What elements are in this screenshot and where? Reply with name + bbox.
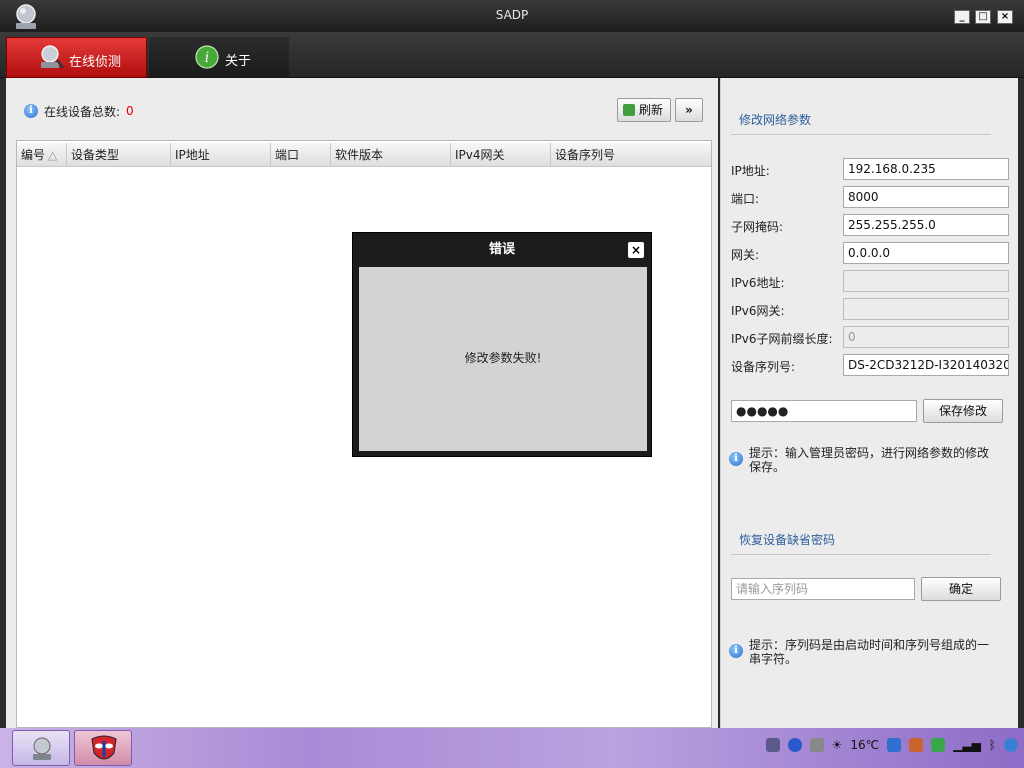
section-divider <box>731 134 991 135</box>
save-changes-button[interactable]: 保存修改 <box>923 399 1003 423</box>
column-header-ip[interactable]: IP地址 <box>171 143 271 167</box>
taskbar-sadp-app[interactable] <box>12 730 70 766</box>
refresh-label: 刷新 <box>638 103 663 117</box>
serial-number-input[interactable]: DS-2CD3212D-I320140320C <box>843 354 1009 376</box>
ipv6-gateway-input[interactable] <box>843 298 1009 320</box>
field-label-subnet: 子网掩码: <box>731 220 784 234</box>
close-window-button[interactable]: × <box>997 10 1013 24</box>
dialog-title: 错误 <box>488 242 515 257</box>
field-label-ipv6: IPv6地址: <box>731 276 785 290</box>
port-input[interactable]: 8000 <box>843 186 1009 208</box>
info-icon: i <box>24 104 38 118</box>
help-icon[interactable] <box>787 738 802 752</box>
info-icon: i <box>729 452 743 466</box>
temperature-text: 16℃ <box>850 738 880 752</box>
network-hint-text: 提示：输入管理员密码，进行网络参数的修改保存。 <box>749 446 990 474</box>
field-label-port: 端口: <box>731 192 760 206</box>
network-hint: i 提示：输入管理员密码，进行网络参数的修改保存。 <box>729 446 999 474</box>
ipv6-address-input[interactable] <box>843 270 1009 292</box>
sort-ascending-icon: △ <box>48 148 58 162</box>
network-params-panel: 修改网络参数 IP地址: 192.168.0.235 端口: 8000 子网掩码… <box>720 78 1018 728</box>
taskbar: ☀ 16℃ ▁▃▅ ᛒ <box>0 728 1024 768</box>
column-header-ipv4-gateway[interactable]: IPv4网关 <box>451 143 551 167</box>
svg-text:i: i <box>205 50 209 66</box>
maximize-button[interactable]: □ <box>975 10 991 24</box>
dialog-message: 修改参数失败! <box>464 351 542 365</box>
system-tray: ☀ 16℃ ▁▃▅ ᛒ <box>765 738 1018 752</box>
field-label-gateway: 网关: <box>731 248 760 262</box>
window-title: SADP <box>495 8 529 22</box>
weather-sun-icon: ☀ <box>831 738 843 752</box>
keyboard-icon[interactable] <box>765 738 780 752</box>
refresh-icon <box>623 104 635 116</box>
opera-mask-icon <box>91 735 117 760</box>
column-header-number[interactable]: 编号 △ <box>17 143 67 167</box>
ip-address-input[interactable]: 192.168.0.235 <box>843 158 1009 180</box>
confirm-button[interactable]: 确定 <box>921 577 1001 601</box>
column-header-device-type[interactable]: 设备类型 <box>67 143 171 167</box>
gateway-input[interactable]: 0.0.0.0 <box>843 242 1009 264</box>
error-dialog: 错误 × 修改参数失败! <box>352 232 652 457</box>
device-count-value: 0 <box>126 104 134 118</box>
device-count-row: i 在线设备总数: 0 <box>24 102 134 120</box>
title-bar: SADP _ □ × <box>0 0 1024 32</box>
dialog-body: 修改参数失败! <box>359 267 647 451</box>
minimize-button[interactable]: _ <box>954 10 970 24</box>
field-label-ip: IP地址: <box>731 164 770 178</box>
taskbar-opera-mask-app[interactable] <box>74 730 132 766</box>
column-header-serial[interactable]: 设备序列号 <box>551 143 711 167</box>
shield-icon[interactable] <box>887 738 902 752</box>
subnet-mask-input[interactable]: 255.255.255.0 <box>843 214 1009 236</box>
device-count-label: 在线设备总数: <box>44 104 121 119</box>
table-header: 编号 △ 设备类型 IP地址 端口 软件版本 IPv4网关 设备序列号 <box>17 143 711 167</box>
section-divider <box>731 554 991 555</box>
tab-about[interactable]: i 关于 <box>149 37 289 78</box>
expand-panel-button[interactable]: » <box>675 98 703 122</box>
field-label-serial: 设备序列号: <box>731 360 796 374</box>
cube-app-icon[interactable] <box>931 738 946 752</box>
refresh-button[interactable]: 刷新 <box>617 98 671 122</box>
serial-hint: i 提示：序列码是由启动时间和序列号组成的一串字符。 <box>729 638 999 666</box>
sadp-app-icon <box>33 737 51 760</box>
security-app-icon[interactable] <box>909 738 924 752</box>
tab-label: 关于 <box>225 54 252 69</box>
tab-label: 在线侦测 <box>69 55 122 70</box>
field-label-ipv6-gateway: IPv6网关: <box>731 304 785 318</box>
serial-code-input[interactable]: 请输入序列码 <box>731 578 915 600</box>
bluetooth-icon[interactable]: ᛒ <box>989 738 996 752</box>
dialog-close-button[interactable]: × <box>628 242 644 258</box>
signal-icon[interactable]: ▁▃▅ <box>953 738 981 752</box>
reset-password-section-title: 恢复设备缺省密码 <box>739 533 836 547</box>
column-header-port[interactable]: 端口 <box>271 143 331 167</box>
field-label-ipv6-prefix: IPv6子网前缀长度: <box>731 332 833 346</box>
tab-online-detection[interactable]: 在线侦测 <box>6 37 147 78</box>
tab-bar: 在线侦测 i 关于 <box>0 32 1024 78</box>
column-header-software-version[interactable]: 软件版本 <box>331 143 451 167</box>
info-icon: i <box>195 45 219 69</box>
browser-icon[interactable] <box>1004 738 1018 752</box>
clipboard-icon[interactable] <box>809 738 824 752</box>
ipv6-prefix-input[interactable]: 0 <box>843 326 1009 348</box>
password-input[interactable]: ●●●●● <box>731 400 917 422</box>
serial-hint-text: 提示：序列码是由启动时间和序列号组成的一串字符。 <box>749 638 990 666</box>
search-device-icon <box>41 45 64 69</box>
info-icon: i <box>729 644 743 658</box>
network-section-title: 修改网络参数 <box>739 113 812 127</box>
